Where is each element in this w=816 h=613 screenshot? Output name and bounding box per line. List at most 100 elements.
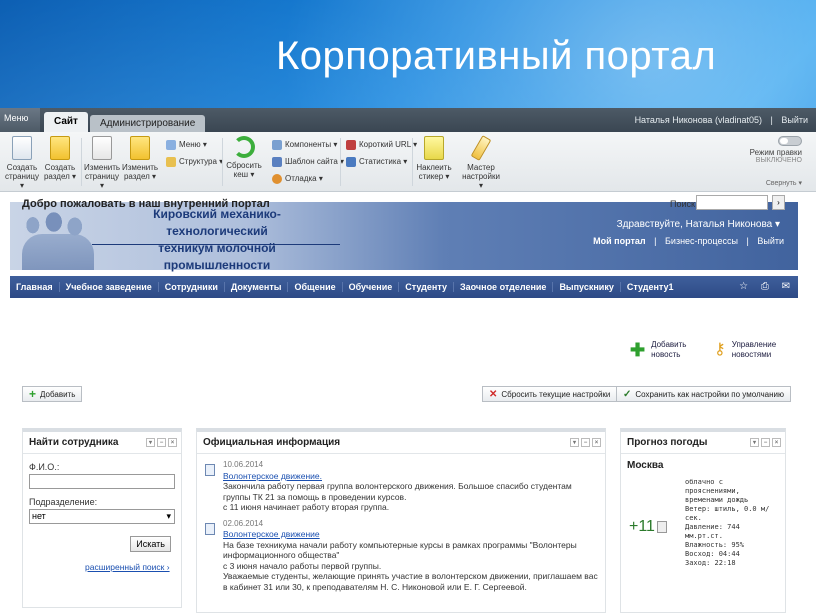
weather-line: мм.рт.ст.	[685, 532, 723, 540]
close-icon[interactable]: ×	[592, 438, 601, 447]
manage-news-action[interactable]: ⚷ Управление новостями	[714, 340, 776, 360]
create-section-button[interactable]: Создать раздел ▾	[42, 136, 78, 181]
key-icon: ⚷	[714, 341, 726, 358]
nav-item-extramural[interactable]: Заочное отделение	[454, 282, 554, 292]
save-default-button[interactable]: ✓ Сохранить как настройки по умолчанию	[616, 386, 791, 402]
tab-site[interactable]: Сайт	[44, 112, 88, 132]
panel-logout-link[interactable]: Выйти	[781, 115, 808, 125]
site-template-dropdown[interactable]: Шаблон сайта ▾	[272, 153, 344, 170]
close-icon[interactable]: ×	[168, 438, 177, 447]
nav-icons: ☆ ⎙ ✉	[729, 281, 790, 292]
news-text: Уважаемые студенты, желающие принять уча…	[223, 571, 598, 581]
nav-item-documents[interactable]: Документы	[225, 282, 289, 292]
college-name[interactable]: Кировский механико-технологический техни…	[104, 206, 330, 274]
short-url-dropdown-label: Короткий URL ▾	[359, 140, 418, 149]
nav-item-student1[interactable]: Студенту1	[621, 282, 680, 292]
sticker-button[interactable]: Наклеить стикер ▾	[416, 136, 452, 181]
weather-temperature: +11	[629, 518, 655, 535]
sticker-label2: стикер ▾	[418, 172, 450, 181]
minimize-icon[interactable]: −	[581, 438, 590, 447]
menu-dropdown[interactable]: Меню ▾	[166, 136, 223, 153]
edit-mode-toggle[interactable]	[778, 136, 802, 146]
nav-item-institution[interactable]: Учебное заведение	[60, 282, 159, 292]
site-template-dropdown-label: Шаблон сайта ▾	[285, 157, 345, 166]
debug-dropdown[interactable]: Отладка ▾	[272, 170, 344, 187]
news-title-link[interactable]: Волонтерское движение	[223, 529, 605, 540]
business-process-link[interactable]: Бизнес-процессы	[665, 236, 738, 246]
reset-settings-button[interactable]: ✕ Сбросить текущие настройки	[482, 386, 618, 402]
nav-item-communication[interactable]: Общение	[288, 282, 343, 292]
chevron-down-icon: ▾	[166, 511, 171, 521]
weather-line: Давление: 744	[685, 523, 740, 531]
fio-input[interactable]	[29, 474, 175, 489]
nav-item-learning[interactable]: Обучение	[343, 282, 400, 292]
header-logout-link[interactable]: Выйти	[757, 236, 784, 246]
chevron-down-icon[interactable]: ▾	[146, 438, 155, 447]
add-gadget-button[interactable]: + Добавить	[22, 386, 83, 402]
close-icon[interactable]: ×	[772, 438, 781, 447]
find-employee-header: Найти сотрудника ▾ − ×	[23, 432, 181, 454]
star-icon[interactable]: ☆	[739, 281, 748, 292]
reset-cache-button[interactable]: Сбросить кеш ▾	[226, 136, 262, 179]
search-go-button[interactable]: ›	[772, 195, 785, 210]
chevron-down-icon[interactable]: ▾	[750, 438, 759, 447]
minimize-icon[interactable]: −	[157, 438, 166, 447]
news-text: На базе техникума начали работу компьюте…	[223, 539, 577, 550]
panel-controls: ▾ − ×	[568, 438, 601, 447]
nav-item-employees[interactable]: Сотрудники	[159, 282, 225, 292]
official-info-panel: Официальная информация ▾ − × 10.06.2014 …	[196, 428, 606, 613]
collapse-button[interactable]: Свернуть ▾	[766, 179, 802, 187]
news-item: 02.06.2014 Волонтерское движение На базе…	[205, 519, 605, 593]
plus-icon: ✚	[630, 340, 646, 360]
print-icon[interactable]: ⎙	[761, 281, 769, 292]
admin-panel-top: Меню Сайт Администрирование Наталья Нико…	[0, 108, 816, 132]
chart-icon	[346, 156, 356, 167]
create-page-button[interactable]: Создать страницу ▾	[4, 136, 40, 190]
statistics-dropdown[interactable]: Статистика ▾	[346, 153, 417, 170]
panel-user-name[interactable]: Наталья Никонова (vladinat05)	[635, 115, 762, 125]
official-info-title: Официальная информация	[203, 437, 341, 448]
fio-label: Ф.И.О.:	[29, 462, 60, 472]
my-portal-link[interactable]: Мой портал	[593, 236, 645, 246]
news-title-link[interactable]: Волонтерское движение.	[223, 471, 605, 482]
menu-button[interactable]: Меню	[0, 108, 40, 132]
edit-page-button[interactable]: Изменить страницу ▾	[84, 136, 120, 190]
header-underline	[92, 244, 340, 245]
news-text: с 11 июня начинает работу вторая группа.	[223, 502, 390, 512]
edit-section-button[interactable]: Изменить раздел ▾	[122, 136, 158, 181]
weather-line: сек.	[685, 514, 702, 522]
search-button[interactable]: Искать	[130, 536, 171, 552]
nav-item-student[interactable]: Студенту	[399, 282, 454, 292]
wizard-label1: Мастер	[467, 163, 495, 172]
main-nav: Главная Учебное заведение Сотрудники Док…	[10, 276, 798, 298]
structure-dropdown[interactable]: Структура ▾	[166, 153, 223, 170]
search-input[interactable]	[696, 195, 768, 210]
nav-item-home[interactable]: Главная	[10, 282, 60, 292]
components-dropdown-label: Компоненты ▾	[285, 140, 338, 149]
wizard-button[interactable]: Мастер настройки ▾	[460, 135, 502, 190]
news-date: 10.06.2014	[223, 460, 264, 469]
news-text: группы ТК 21 за помощь в проведении курс…	[223, 491, 407, 502]
header-links: Мой портал | Бизнес-процессы | Выйти	[587, 236, 784, 246]
chevron-down-icon[interactable]: ▾	[570, 438, 579, 447]
weather-city: Москва	[627, 460, 664, 471]
structure-icon	[166, 156, 176, 167]
edit-folder-icon	[130, 136, 150, 160]
department-select[interactable]: нет ▾	[29, 509, 175, 524]
page-icon	[12, 136, 32, 160]
short-url-dropdown[interactable]: Короткий URL ▾	[346, 136, 417, 153]
tab-administration[interactable]: Администрирование	[89, 115, 206, 132]
weather-line: прояснениями,	[685, 487, 740, 495]
add-news-label2: новость	[651, 350, 681, 359]
weather-line: Заход: 22:18	[685, 559, 736, 567]
components-dropdown[interactable]: Компоненты ▾	[272, 136, 344, 153]
plus-icon: +	[29, 387, 37, 401]
nav-item-graduate[interactable]: Выпускнику	[553, 282, 621, 292]
advanced-search-link[interactable]: расширенный поиск ›	[29, 562, 175, 572]
mail-icon[interactable]: ✉	[782, 281, 790, 292]
user-greeting[interactable]: Здравствуйте, Наталья Никонова ▾	[617, 219, 780, 230]
add-news-action[interactable]: ✚ Добавить новость	[630, 340, 686, 360]
college-name-line2: техникум молочной промышленности	[158, 241, 276, 272]
panel-separator: |	[770, 115, 773, 125]
minimize-icon[interactable]: −	[761, 438, 770, 447]
